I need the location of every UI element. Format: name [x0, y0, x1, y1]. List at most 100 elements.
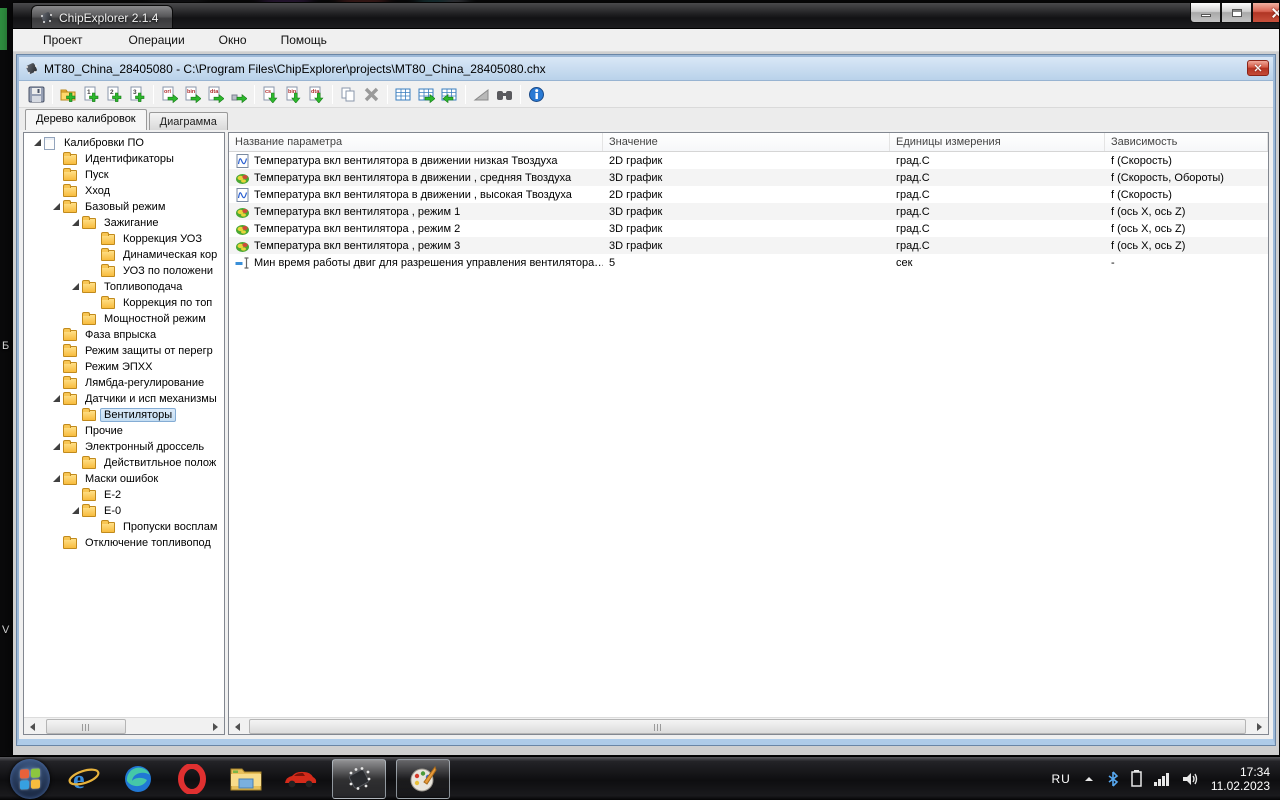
expander-open-icon[interactable] — [33, 139, 41, 147]
scrollbar-thumb[interactable] — [249, 719, 1246, 734]
info-button[interactable] — [525, 83, 548, 106]
edge-icon[interactable] — [116, 759, 160, 799]
tree-item-датчики-и-исп-механизмы[interactable]: Датчики и исп механизмы — [25, 391, 223, 407]
menu-операции[interactable]: Операции — [119, 30, 195, 50]
hidden-icons-arrow[interactable] — [1083, 774, 1095, 784]
tree-item-хход[interactable]: Хход — [25, 183, 223, 199]
tree-item-калибровки-по[interactable]: Калибровки ПО — [25, 135, 223, 151]
start-button[interactable] — [8, 759, 52, 799]
scroll-left-arrow[interactable] — [24, 719, 41, 734]
document-titlebar[interactable]: MT80_China_28405080 - C:\Program Files\C… — [19, 57, 1273, 81]
add-page-2-button[interactable]: 2 — [103, 83, 126, 106]
parameter-row[interactable]: Температура вкл вентилятора , режим 13D … — [229, 203, 1268, 220]
clock[interactable]: 17:34 11.02.2023 — [1211, 765, 1270, 793]
tree-item-маски-ошибок[interactable]: Маски ошибок — [25, 471, 223, 487]
import-dta-button[interactable]: dta — [305, 83, 328, 106]
export-device-button[interactable] — [227, 83, 250, 106]
document-close-button[interactable] — [1247, 60, 1269, 76]
parameter-row[interactable]: Температура вкл вентилятора , режим 23D … — [229, 220, 1268, 237]
expander-open-icon[interactable] — [71, 283, 79, 291]
column-header-dependency[interactable]: Зависимость — [1105, 133, 1268, 151]
tree-item-уоз-по-положени[interactable]: УОЗ по положени — [25, 263, 223, 279]
compare-button-disabled[interactable] — [360, 83, 383, 106]
minimize-button[interactable] — [1190, 3, 1221, 23]
car-app-icon[interactable] — [278, 759, 322, 799]
tree-item-прочие[interactable]: Прочие — [25, 423, 223, 439]
import-cs-button[interactable]: cs — [259, 83, 282, 106]
tree-item-e-2[interactable]: E-2 — [25, 487, 223, 503]
parameter-row[interactable]: Мин время работы двиг для разрешения упр… — [229, 254, 1268, 271]
menu-проект[interactable]: Проект — [33, 30, 93, 50]
tree-item-топливоподача[interactable]: Топливоподача — [25, 279, 223, 295]
tab-diagram[interactable]: Диаграмма — [149, 112, 228, 130]
column-header-name[interactable]: Название параметра — [229, 133, 603, 151]
tab-calibration-tree[interactable]: Дерево калибровок — [25, 109, 147, 130]
tree-item-e-0[interactable]: E-0 — [25, 503, 223, 519]
table-horizontal-scrollbar[interactable] — [229, 717, 1268, 734]
volume-icon[interactable] — [1183, 772, 1199, 786]
scroll-left-arrow[interactable] — [229, 719, 246, 734]
opera-icon[interactable] — [170, 759, 214, 799]
tree-item-мощностной-режим[interactable]: Мощностной режим — [25, 311, 223, 327]
tree-item-базовый-режим[interactable]: Базовый режим — [25, 199, 223, 215]
expander-open-icon[interactable] — [52, 395, 60, 403]
tree-horizontal-scrollbar[interactable] — [24, 717, 224, 734]
parameter-row[interactable]: Температура вкл вентилятора в движении ,… — [229, 169, 1268, 186]
language-indicator[interactable]: RU — [1051, 772, 1070, 786]
save-button[interactable] — [25, 83, 48, 106]
menu-помощь[interactable]: Помощь — [271, 30, 337, 50]
maximize-button[interactable] — [1221, 3, 1252, 23]
expander-open-icon[interactable] — [71, 219, 79, 227]
export-dta-button[interactable]: dta — [204, 83, 227, 106]
tree-item-пропуски-восплам[interactable]: Пропуски восплам — [25, 519, 223, 535]
tree-item-зажигание[interactable]: Зажигание — [25, 215, 223, 231]
tree-item-коррекция-по-топ[interactable]: Коррекция по топ — [25, 295, 223, 311]
tree-item-отключение-топливопод[interactable]: Отключение топливопод — [25, 535, 223, 551]
scroll-right-arrow[interactable] — [207, 719, 224, 734]
table-export-button[interactable] — [415, 83, 438, 106]
export-ori-button[interactable]: ori — [158, 83, 181, 106]
table-view-button[interactable] — [392, 83, 415, 106]
parameter-row[interactable]: Температура вкл вентилятора в движении ,… — [229, 186, 1268, 203]
battery-icon[interactable] — [1131, 770, 1142, 787]
tree-item-лямбда-регулирование[interactable]: Лямбда-регулирование — [25, 375, 223, 391]
export-bin-button[interactable]: bin — [181, 83, 204, 106]
tree-item-идентификаторы[interactable]: Идентификаторы — [25, 151, 223, 167]
scroll-right-arrow[interactable] — [1251, 719, 1268, 734]
tree-item-режим-эпхх[interactable]: Режим ЭПХХ — [25, 359, 223, 375]
bluetooth-icon[interactable] — [1107, 771, 1119, 787]
signal-icon[interactable] — [1154, 772, 1171, 786]
chipexplorer-taskbar-button[interactable] — [332, 759, 386, 799]
tree-item-пуск[interactable]: Пуск — [25, 167, 223, 183]
tree-item-режим-защиты-от-перегр[interactable]: Режим защиты от перегр — [25, 343, 223, 359]
tree-item-динамическая-кор[interactable]: Динамическая кор — [25, 247, 223, 263]
expander-open-icon[interactable] — [52, 203, 60, 211]
parameter-row[interactable]: Температура вкл вентилятора , режим 33D … — [229, 237, 1268, 254]
close-button[interactable] — [1252, 3, 1279, 23]
column-header-units[interactable]: Единицы измерения — [890, 133, 1105, 151]
copy-button[interactable] — [337, 83, 360, 106]
import-bin-button[interactable]: bin — [282, 83, 305, 106]
explorer-icon[interactable] — [224, 759, 268, 799]
tree-item-электронный-дроссель[interactable]: Электронный дроссель — [25, 439, 223, 455]
parameter-row[interactable]: Температура вкл вентилятора в движении н… — [229, 152, 1268, 169]
tree-item-действитльное-полож[interactable]: Действитльное полож — [25, 455, 223, 471]
internet-explorer-icon[interactable]: e — [62, 759, 106, 799]
app-titlebar[interactable]: ChipExplorer 2.1.4 — [13, 3, 1279, 29]
tree-item-фаза-впрыска[interactable]: Фаза впрыска — [25, 327, 223, 343]
add-page-3-button[interactable]: 3 — [126, 83, 149, 106]
slope-button-disabled[interactable] — [470, 83, 493, 106]
paint-taskbar-button[interactable] — [396, 759, 450, 799]
search-button[interactable] — [493, 83, 516, 106]
column-header-value[interactable]: Значение — [603, 133, 890, 151]
scrollbar-thumb[interactable] — [46, 719, 126, 734]
expander-open-icon[interactable] — [52, 443, 60, 451]
menu-окно[interactable]: Окно — [209, 30, 257, 50]
tree-item-коррекция-уоз[interactable]: Коррекция УОЗ — [25, 231, 223, 247]
add-page-1-button[interactable]: 1 — [80, 83, 103, 106]
add-folder-button[interactable] — [57, 83, 80, 106]
expander-open-icon[interactable] — [52, 475, 60, 483]
tree-item-вентиляторы[interactable]: Вентиляторы — [25, 407, 223, 423]
expander-open-icon[interactable] — [71, 507, 79, 515]
table-import-button[interactable] — [438, 83, 461, 106]
